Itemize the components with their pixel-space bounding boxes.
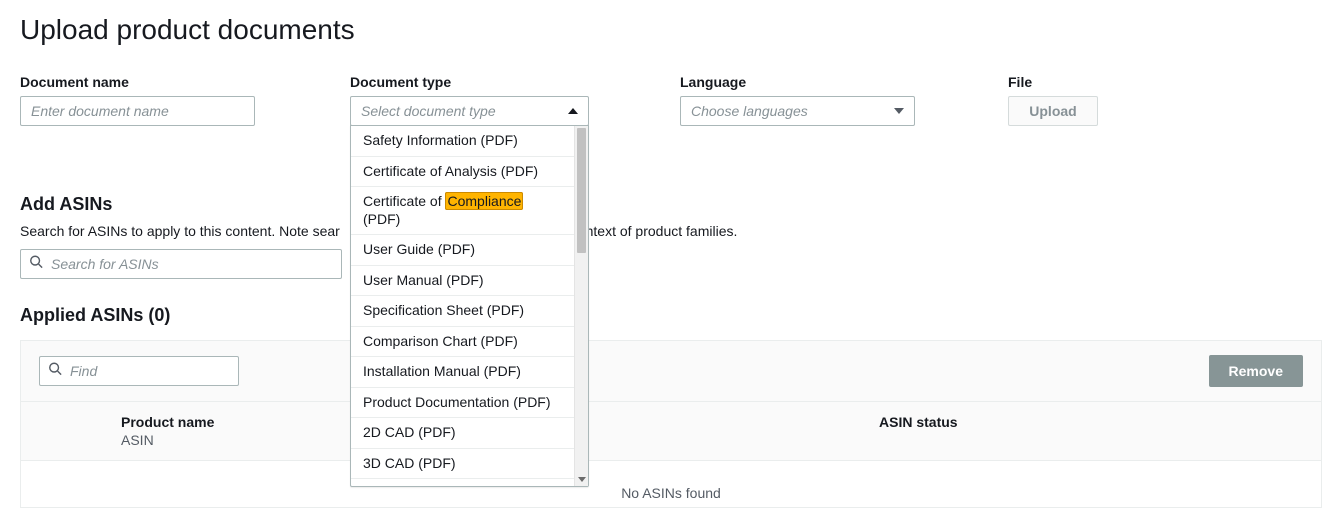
- document-type-option[interactable]: User Guide (PDF): [351, 235, 574, 266]
- search-icon: [48, 362, 62, 381]
- document-name-label: Document name: [20, 74, 350, 90]
- search-icon: [29, 255, 43, 274]
- add-asins-subtitle: Search for ASINs to apply to this conten…: [20, 223, 1322, 239]
- document-type-option[interactable]: Installation Manual (PDF): [351, 357, 574, 388]
- document-type-option[interactable]: Comparison Chart (PDF): [351, 327, 574, 358]
- document-type-option[interactable]: 2D CAD (PDF): [351, 418, 574, 449]
- document-name-input[interactable]: [20, 96, 255, 126]
- applied-empty-message: No ASINs found: [21, 461, 1321, 507]
- chevron-down-icon: [578, 477, 586, 482]
- upload-fields-row: Document name Document type Select docum…: [20, 74, 1322, 126]
- language-field: Language Choose languages: [680, 74, 1008, 126]
- document-type-option[interactable]: 3D CAD (PDF): [351, 449, 574, 480]
- asin-search-wrap: [20, 249, 342, 279]
- document-type-option[interactable]: User Manual (PDF): [351, 266, 574, 297]
- scrollbar-thumb[interactable]: [577, 128, 586, 253]
- applied-panel-toolbar: Remove: [21, 341, 1321, 401]
- add-asins-title: Add ASINs: [20, 194, 1322, 215]
- file-label: File: [1008, 74, 1168, 90]
- document-type-option[interactable]: 2D CAD (DWG): [351, 479, 574, 486]
- file-field: File Upload: [1008, 74, 1168, 126]
- highlighted-match: Compliance: [445, 192, 523, 210]
- asin-search-input[interactable]: [20, 249, 342, 279]
- column-asin-status: ASIN status: [861, 402, 1321, 460]
- document-type-option[interactable]: Safety Information (PDF): [351, 126, 574, 157]
- remove-button[interactable]: Remove: [1209, 355, 1303, 387]
- applied-asins-title: Applied ASINs (0): [20, 305, 1322, 326]
- document-type-option-list: Safety Information (PDF)Certificate of A…: [351, 126, 574, 486]
- document-type-option[interactable]: Certificate of Compliance (PDF): [351, 187, 574, 235]
- applied-asins-panel: Remove Product name ASIN e applied ASIN …: [20, 340, 1322, 508]
- find-wrap: [39, 356, 239, 386]
- applied-table-header: Product name ASIN e applied ASIN status: [21, 401, 1321, 461]
- document-type-label: Document type: [350, 74, 680, 90]
- document-name-field: Document name: [20, 74, 350, 126]
- scrollbar-down-button[interactable]: [575, 472, 588, 486]
- page-title: Upload product documents: [20, 14, 1322, 46]
- document-type-option[interactable]: Product Documentation (PDF): [351, 388, 574, 419]
- add-asins-section: Add ASINs Search for ASINs to apply to t…: [20, 194, 1322, 279]
- document-type-select[interactable]: Select document type: [350, 96, 589, 126]
- document-type-option[interactable]: Certificate of Analysis (PDF): [351, 157, 574, 188]
- document-type-option[interactable]: Specification Sheet (PDF): [351, 296, 574, 327]
- document-type-dropdown: Safety Information (PDF)Certificate of A…: [350, 125, 589, 487]
- upload-button[interactable]: Upload: [1008, 96, 1098, 126]
- dropdown-scrollbar[interactable]: [574, 126, 588, 486]
- language-select[interactable]: Choose languages: [680, 96, 915, 126]
- document-type-field: Document type Select document type Safet…: [350, 74, 680, 126]
- language-placeholder: Choose languages: [691, 103, 808, 119]
- find-input[interactable]: [39, 356, 239, 386]
- chevron-up-icon: [568, 108, 578, 114]
- document-type-placeholder: Select document type: [361, 103, 496, 119]
- chevron-down-icon: [894, 108, 904, 114]
- language-label: Language: [680, 74, 1008, 90]
